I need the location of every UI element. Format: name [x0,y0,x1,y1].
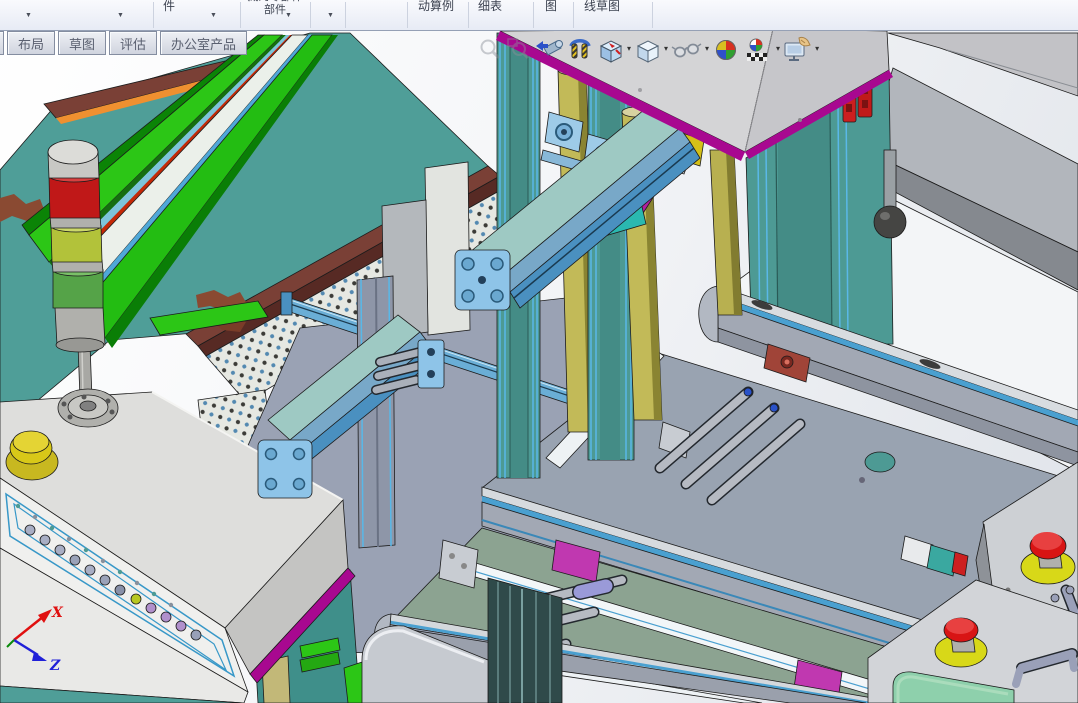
bed-hole [864,451,896,473]
show-hidden-components-button[interactable]: 藏的零部件 部件 [238,0,312,17]
motion-study-button[interactable]: 动算例 [418,0,454,14]
zoom-to-area-icon[interactable] [506,36,532,66]
3d-viewport[interactable]: .e{stroke:#1c1c1c;stroke-width:.8;} .ns{… [0,0,1078,703]
triad-z-label: Z [49,658,61,674]
dropdown-caret[interactable]: ▼ [210,12,217,19]
dropdown-caret[interactable]: ▾ [705,44,709,53]
dropdown-caret[interactable]: ▼ [285,12,292,19]
triad-x-label: X [51,605,64,621]
solidworks-window: .e{stroke:#1c1c1c;stroke-width:.8;} .ns{… [0,0,1078,703]
dropdown-caret[interactable]: ▾ [815,44,819,53]
dropdown-caret[interactable]: ▼ [25,12,32,19]
tab-assembly-partial[interactable]: 装配体 [0,31,4,55]
tab-office-products[interactable]: 办公室产品 [160,31,248,55]
separator [407,2,408,28]
separator [345,2,346,28]
separator [310,2,311,28]
section-view-icon[interactable] [566,36,594,66]
separator [153,2,154,28]
dropdown-caret[interactable]: ▾ [627,44,631,53]
previous-view-icon[interactable] [534,36,564,66]
view-orientation-icon[interactable] [596,36,626,66]
dropdown-caret[interactable]: ▾ [776,44,780,53]
knob[interactable] [873,205,907,239]
signal-tower-lamp[interactable] [47,139,106,353]
heads-up-view-toolbar: ▾ ▾ ▾ ▾ ▾ [477,36,820,66]
ribbon-button-partial[interactable]: 件 [163,0,175,14]
apply-scene-icon[interactable] [743,36,775,66]
separator [533,2,534,28]
tab-evaluate[interactable]: 评估 [109,31,158,55]
extrusion-end-face [257,439,313,499]
dropdown-caret[interactable]: ▾ [664,44,668,53]
bom-button[interactable]: 细表 [478,0,502,14]
separator [240,2,241,28]
dropdown-caret[interactable]: ▼ [117,12,124,19]
button-label: 部件 [264,4,286,16]
view-settings-icon[interactable] [782,36,814,66]
zoom-to-fit-icon[interactable] [478,36,504,66]
separator [652,2,653,28]
display-style-icon[interactable] [633,36,663,66]
separator [468,2,469,28]
edit-appearance-icon[interactable] [711,36,741,66]
checker-strip [747,53,768,61]
separator [573,2,574,28]
dropdown-caret[interactable]: ▼ [327,12,334,19]
hide-show-items-icon[interactable] [670,36,704,66]
tab-layout[interactable]: 布局 [7,31,56,55]
ribbon-bar: 件 藏的零部件 部件 动算例 细表 图 线草图 ▼ ▼ ▼ ▼ ▼ [0,0,1078,31]
tab-sketch[interactable]: 草图 [58,31,107,55]
line-sketch-button[interactable]: 线草图 [584,0,620,14]
knob-arm [883,149,897,209]
command-manager-tabs: 装配体 布局 草图 评估 办公室产品 [0,31,250,57]
drawing-button[interactable]: 图 [545,0,557,14]
